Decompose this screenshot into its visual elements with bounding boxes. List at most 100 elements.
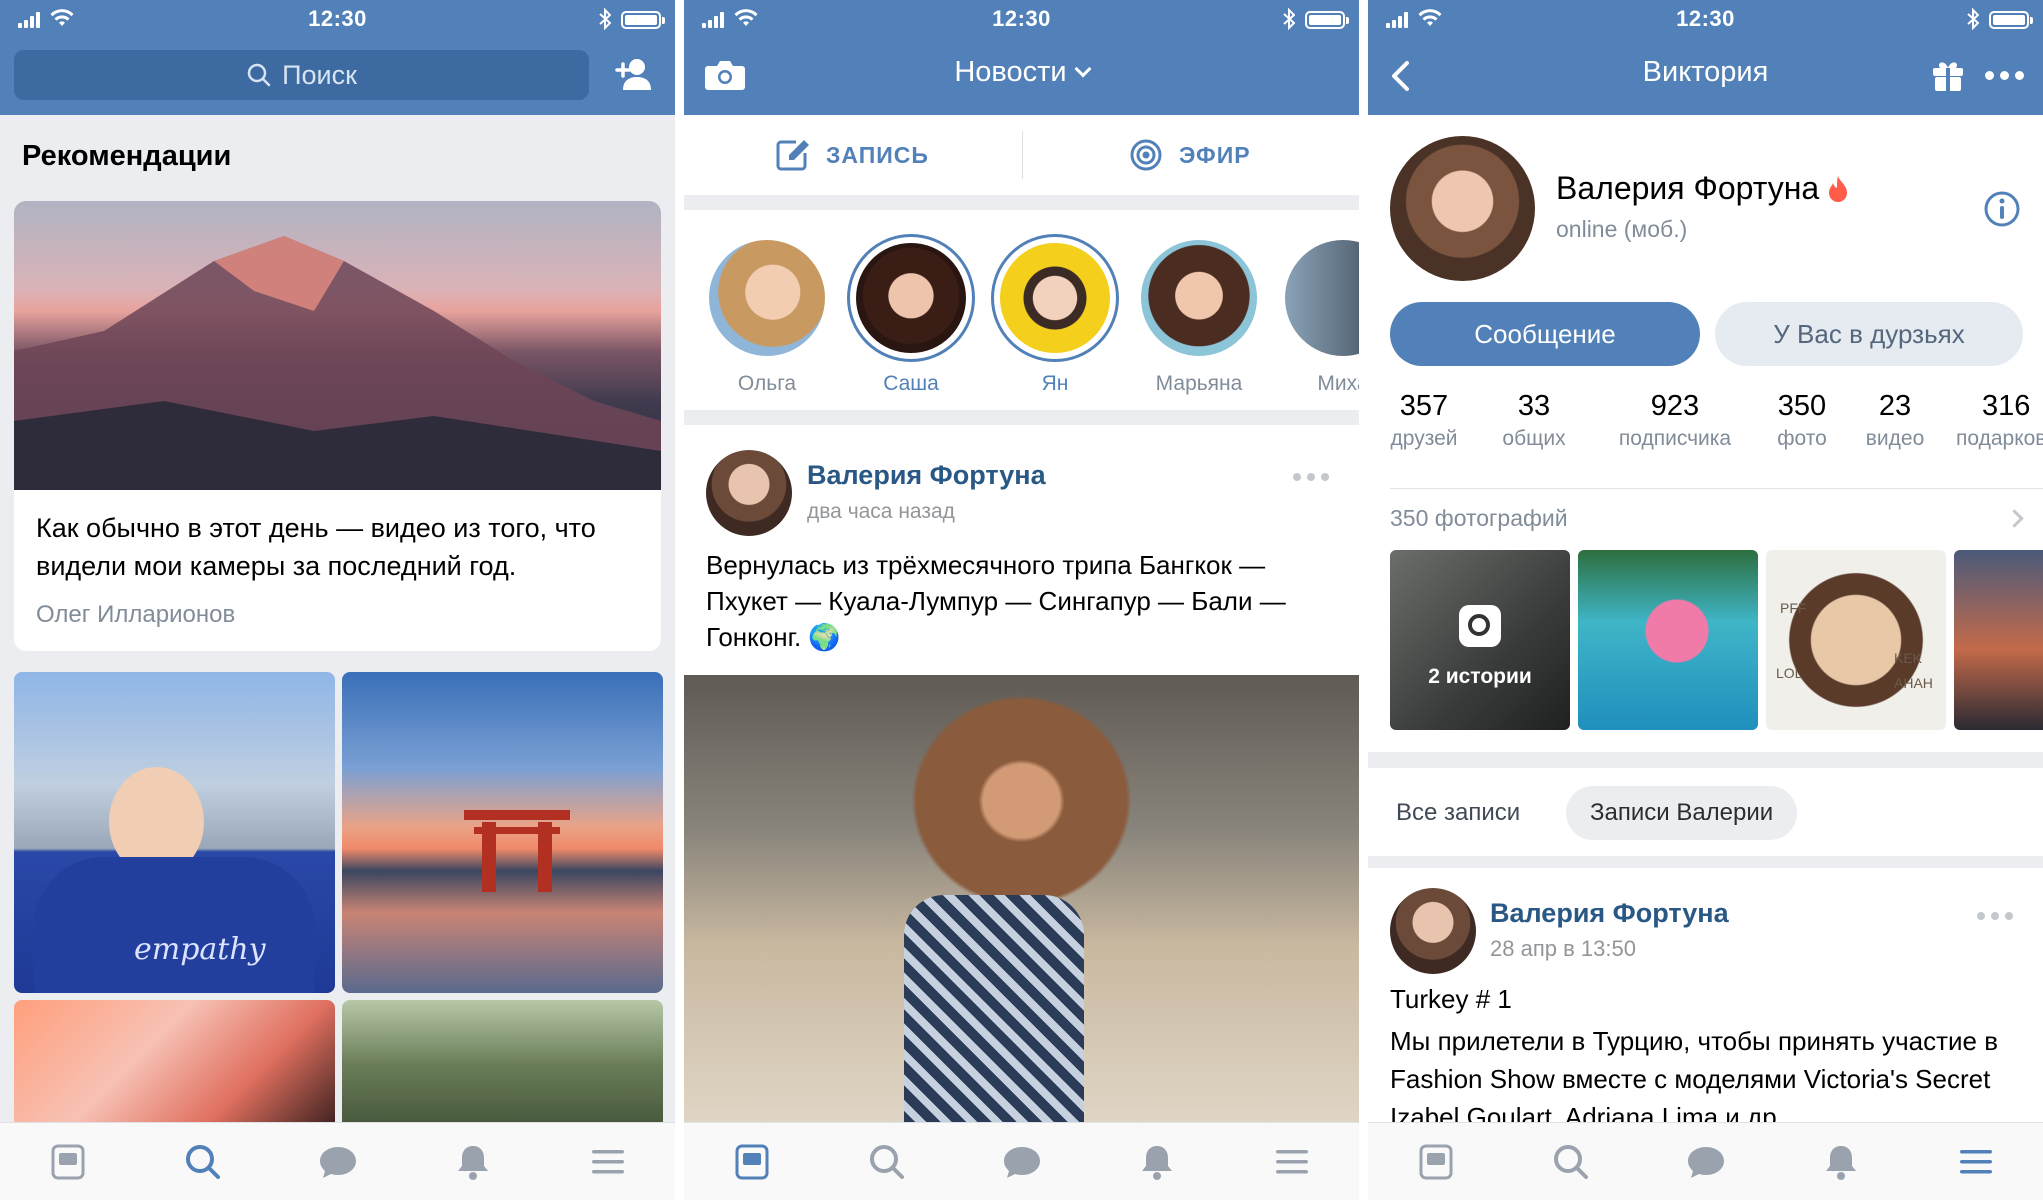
photo-thumbnail[interactable] <box>1954 550 2043 730</box>
counter-label: друзей <box>1390 427 1458 450</box>
photo-thumbnail[interactable] <box>1578 550 1758 730</box>
search-icon <box>247 63 271 87</box>
new-post-button[interactable]: ЗАПИСЬ <box>776 115 929 195</box>
tile-overlay-text: empathy <box>134 932 266 967</box>
camera-icon <box>1459 605 1501 647</box>
tab-news[interactable] <box>730 1140 774 1184</box>
tab-menu[interactable] <box>1954 1140 1998 1184</box>
counter-value: 23 <box>1878 390 1912 422</box>
screen-news: 12:30 Новости ЗАПИСЬ ЭФИР Ольга Саша Ян <box>684 0 1359 1200</box>
story-item[interactable]: Саша <box>846 234 976 396</box>
more-icon[interactable] <box>1977 912 2013 920</box>
photo-tile[interactable] <box>342 1000 663 1130</box>
counter-value: 357 <box>1399 390 1449 422</box>
messages-icon <box>1687 1146 1724 1178</box>
live-label: ЭФИР <box>1179 141 1251 168</box>
news-icon <box>1419 1144 1452 1179</box>
tab-messages[interactable] <box>1000 1140 1044 1184</box>
tab-messages[interactable] <box>316 1140 360 1184</box>
photo-tile[interactable] <box>14 1000 335 1130</box>
tab-news[interactable] <box>46 1140 90 1184</box>
post-photo[interactable] <box>684 675 1359 1125</box>
tab-search[interactable] <box>181 1140 225 1184</box>
post-time: два часа назад <box>807 500 955 523</box>
post-author[interactable]: Валерия Фортуна <box>1490 898 1729 929</box>
card-author: Олег Илларионов <box>36 601 236 628</box>
story-item[interactable]: Марьяна <box>1134 234 1264 396</box>
story-item[interactable]: Ян <box>990 234 1120 396</box>
avatar[interactable] <box>1390 888 1476 974</box>
tab-bar <box>0 1122 675 1200</box>
section-title: Рекомендации <box>22 140 232 172</box>
tab-menu[interactable] <box>1270 1140 1314 1184</box>
filter-all-posts[interactable]: Все записи <box>1396 786 1520 840</box>
counter-videos[interactable]: 23 видео <box>1855 390 1935 451</box>
online-status: online (моб.) <box>1556 216 1688 242</box>
counter-gifts[interactable]: 316 подарков <box>1956 390 2043 451</box>
profile-counters: 357 друзей 33 общих 923 подписчика 350 фото … <box>1368 390 2043 470</box>
counter-value: 350 <box>1777 390 1827 422</box>
message-button[interactable]: Сообщение <box>1390 302 1700 366</box>
info-icon[interactable] <box>1983 190 2021 228</box>
gift-icon[interactable] <box>1931 58 1965 92</box>
edit-icon <box>776 140 809 171</box>
avatar <box>1285 240 1359 356</box>
news-title-dropdown[interactable]: Новости <box>684 56 1359 89</box>
search-input[interactable]: Поиск <box>14 50 589 100</box>
search-icon <box>1553 1144 1588 1179</box>
filter-owner-posts[interactable]: Записи Валерии <box>1566 786 1798 840</box>
live-button[interactable]: ЭФИР <box>1129 115 1251 195</box>
menu-icon <box>591 1149 624 1173</box>
friends-status-button[interactable]: У Вас в дурзьях <box>1715 302 2023 366</box>
tab-notifications[interactable] <box>451 1140 495 1184</box>
tab-news[interactable] <box>1414 1140 1458 1184</box>
photo-tile[interactable] <box>342 672 663 993</box>
story-item[interactable]: Миха <box>1278 234 1359 396</box>
notifications-icon <box>1825 1145 1856 1180</box>
tab-search[interactable] <box>1549 1140 1593 1184</box>
story-item[interactable]: Ольга <box>702 234 832 396</box>
stories-thumbnail[interactable]: 2 истории <box>1390 550 1570 730</box>
section-separator <box>1368 856 2043 868</box>
counter-mutual[interactable]: 33 общих <box>1494 390 1574 451</box>
more-icon[interactable] <box>1293 473 1329 481</box>
tab-bar <box>1368 1122 2043 1200</box>
recommendation-card[interactable]: Как обычно в этот день — видео из того, … <box>14 201 661 651</box>
status-bar: 12:30 <box>684 0 1359 38</box>
bluetooth-icon <box>1967 8 1979 30</box>
tab-notifications[interactable] <box>1819 1140 1863 1184</box>
photo-tile[interactable]: empathy <box>14 672 335 993</box>
profile-name-text: Валерия Фортуна <box>1556 170 1820 206</box>
post-author[interactable]: Валерия Фортуна <box>807 460 1046 491</box>
tab-search[interactable] <box>865 1140 909 1184</box>
messages-icon <box>1003 1146 1040 1178</box>
story-name: Саша <box>883 372 939 395</box>
screen-profile: 12:30 Виктория Валерия Фортуна online (м… <box>1368 0 2043 1200</box>
tab-messages[interactable] <box>1684 1140 1728 1184</box>
menu-icon <box>1275 1149 1308 1173</box>
profile-avatar[interactable] <box>1390 136 1535 281</box>
tab-menu[interactable] <box>586 1140 630 1184</box>
header: 12:30 Виктория <box>1368 0 2043 115</box>
counter-friends[interactable]: 357 друзей <box>1384 390 1464 451</box>
avatar[interactable] <box>706 450 792 536</box>
counter-value: 923 <box>1650 390 1700 422</box>
live-icon <box>1130 139 1162 171</box>
more-icon[interactable] <box>1985 71 2025 81</box>
search-icon <box>185 1144 220 1179</box>
post-title: Turkey # 1 <box>1390 984 1512 1014</box>
story-name: Ян <box>1041 372 1069 395</box>
counter-label: видео <box>1865 427 1925 450</box>
avatar <box>856 243 966 353</box>
tab-notifications[interactable] <box>1135 1140 1179 1184</box>
section-separator <box>1368 752 2043 768</box>
counter-followers[interactable]: 923 подписчика <box>1600 390 1750 451</box>
status-time: 12:30 <box>1676 6 1735 31</box>
counter-value: 316 <box>1982 390 2031 422</box>
chevron-right-icon[interactable] <box>2005 509 2024 528</box>
photo-thumbnail[interactable]: PFF LOL KEK AHAH <box>1766 550 1946 730</box>
notifications-icon <box>457 1145 488 1180</box>
photos-section-title[interactable]: 350 фотографий <box>1390 505 1568 532</box>
add-friend-icon[interactable] <box>613 56 657 94</box>
counter-photos[interactable]: 350 фото <box>1767 390 1837 451</box>
